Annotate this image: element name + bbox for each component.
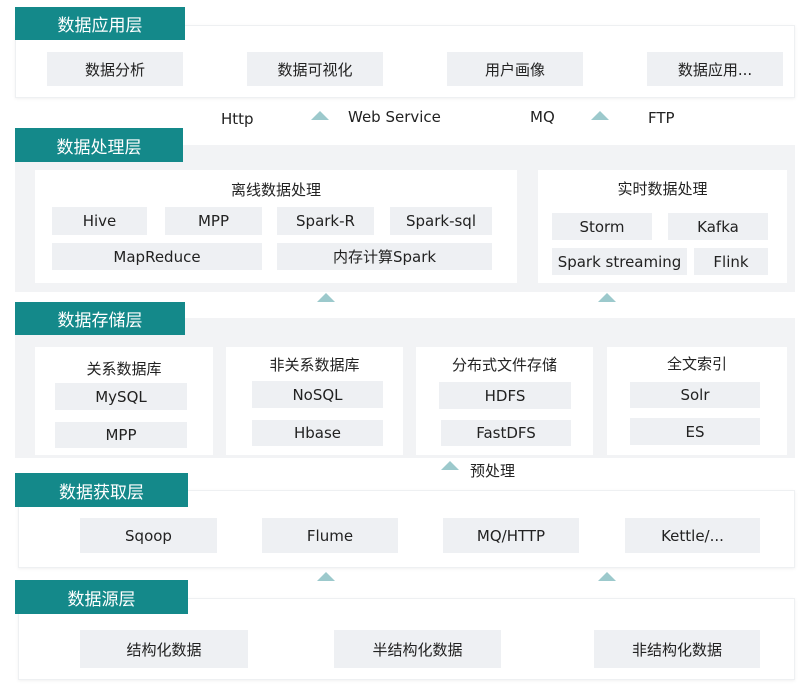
source-item: 非结构化数据	[594, 630, 760, 668]
offline-processing-title: 离线数据处理	[230, 181, 321, 199]
storage-item: MySQL	[55, 383, 187, 410]
protocol-label: Http	[221, 110, 254, 128]
arrow-up-icon	[317, 293, 335, 302]
arrow-up-icon	[317, 572, 335, 581]
arrow-up-icon	[598, 572, 616, 581]
acquisition-item: Sqoop	[80, 518, 217, 553]
source-layer-tab: 数据源层	[15, 580, 188, 614]
offline-item: MapReduce	[52, 243, 262, 270]
realtime-item: Flink	[694, 248, 768, 275]
protocol-label: Web Service	[348, 108, 441, 126]
storage-item: MPP	[55, 422, 187, 448]
storage-item: HDFS	[439, 382, 571, 409]
app-item: 数据应用...	[647, 52, 783, 86]
acquisition-item: Flume	[262, 518, 398, 553]
source-item: 结构化数据	[80, 630, 248, 668]
app-item: 数据分析	[47, 52, 183, 86]
storage-item: FastDFS	[441, 420, 571, 446]
architecture-diagram: 数据应用层 数据分析 数据可视化 用户画像 数据应用... Http Web S…	[0, 0, 807, 685]
storage-item: ES	[630, 418, 760, 445]
offline-item: Spark-R	[277, 207, 374, 235]
offline-item: MPP	[165, 207, 262, 235]
app-item: 数据可视化	[247, 52, 383, 86]
app-item: 用户画像	[447, 52, 583, 86]
storage-layer-tab: 数据存储层	[15, 302, 185, 335]
processing-layer-tab: 数据处理层	[15, 128, 183, 162]
protocol-label: FTP	[648, 109, 675, 127]
arrow-up-icon	[591, 111, 609, 120]
acquisition-layer-tab: 数据获取层	[15, 473, 188, 507]
source-item: 半结构化数据	[334, 630, 501, 668]
offline-item: Hive	[52, 207, 147, 235]
storage-item: Hbase	[252, 420, 383, 446]
acquisition-item: MQ/HTTP	[443, 518, 579, 553]
storage-group-title: 非关系数据库	[269, 356, 360, 374]
arrow-up-icon	[311, 111, 329, 120]
protocol-label: MQ	[530, 108, 555, 126]
realtime-item: Kafka	[668, 213, 768, 240]
offline-item: 内存计算Spark	[277, 243, 492, 270]
storage-group-title: 关系数据库	[86, 360, 162, 378]
storage-item: NoSQL	[252, 381, 383, 408]
arrow-up-icon	[598, 293, 616, 302]
storage-group-title: 分布式文件存储	[451, 356, 557, 374]
arrow-up-icon	[441, 461, 459, 470]
app-layer-tab: 数据应用层	[15, 7, 185, 40]
preprocess-label: 预处理	[470, 462, 516, 480]
storage-item: Solr	[630, 382, 760, 408]
realtime-processing-title: 实时数据处理	[617, 180, 708, 198]
realtime-item: Spark streaming	[552, 248, 687, 275]
storage-group-title: 全文索引	[666, 355, 727, 373]
acquisition-item: Kettle/...	[625, 518, 760, 553]
offline-item: Spark-sql	[390, 207, 492, 235]
realtime-item: Storm	[552, 213, 652, 240]
